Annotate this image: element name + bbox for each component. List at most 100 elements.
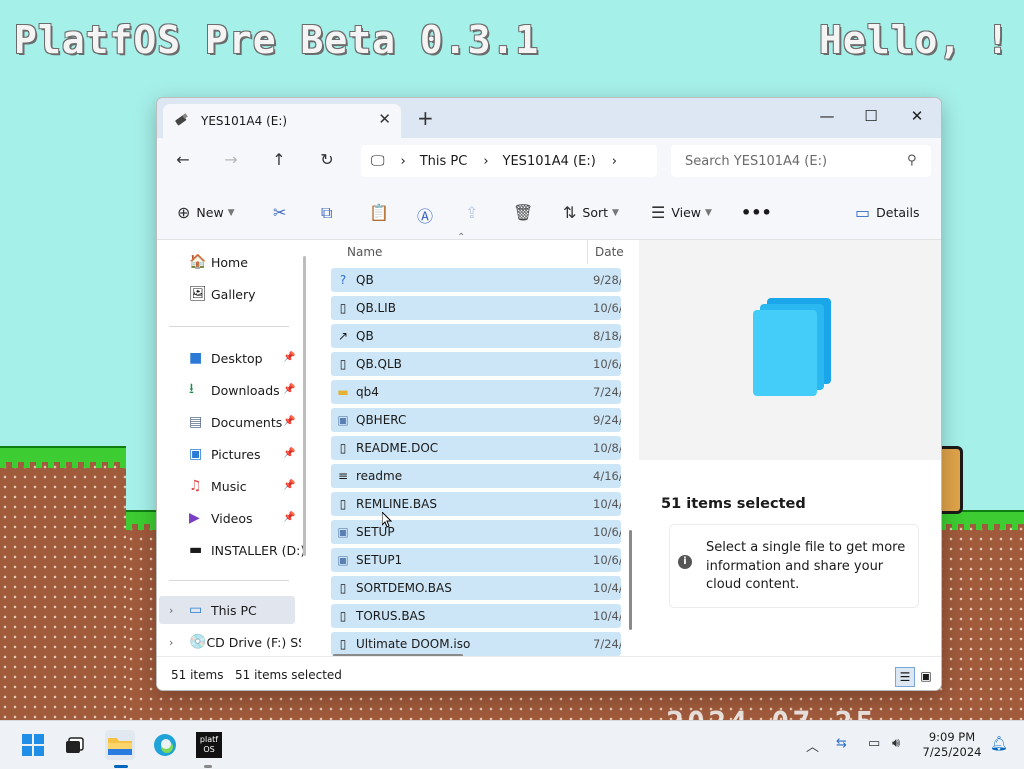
chevron-right-icon[interactable]: › [169,636,173,649]
file-list-vertical-scrollbar[interactable] [629,530,632,630]
taskbar-platfos[interactable]: platf OS [194,730,224,760]
sidebar-item-label: This PC [211,602,257,618]
file-row[interactable]: ▣ SETUP 10/6/ [331,520,621,544]
volume-icon[interactable]: 🔊︎ [892,736,900,751]
sidebar-item-cd-drive[interactable]: 💿CD Drive (F:) SSS [189,630,301,654]
sidebar-item-installer[interactable]: ▬ INSTALLER (D:) [189,538,305,562]
sidebar-item-home[interactable]: 🏠 Home [189,250,248,274]
sidebar-item-desktop[interactable]: ■ Desktop [189,346,263,370]
pin-icon: 📌 [283,480,296,491]
file-row[interactable]: ▯ QB.QLB 10/6/ [331,352,621,376]
taskbar-clock[interactable]: 9:09 PM 7/25/2024 [914,730,990,760]
greeting-text: Hello, ! [818,18,1010,62]
file-date: 10/6/ [593,357,621,371]
file-row[interactable]: ▯ README.DOC 10/8/ [331,436,621,460]
platfos-icon-text: platf [199,735,219,744]
details-button[interactable]: ▭ Details [855,203,919,222]
sidebar-item-this-pc[interactable]: ▭ This PC [189,598,257,622]
new-button[interactable]: ⊕ New ▼ [177,203,235,222]
text-file-icon: ≡ [337,469,349,483]
paste-button[interactable]: 📋 [369,203,389,222]
details-label: Details [876,205,920,220]
start-button[interactable] [18,730,48,760]
minimize-button[interactable]: — [805,102,849,130]
sidebar-item-label: Music [211,478,247,494]
new-tab-button[interactable]: + [417,106,434,130]
column-header-date[interactable]: Date [595,240,624,264]
tiles-view-button[interactable]: ▣ [917,667,935,685]
forward-button[interactable]: → [219,150,243,169]
sidebar-item-videos[interactable]: ▶ Videos [189,506,253,530]
copy-icon: ⧉ [321,203,333,222]
copy-button[interactable]: ⧉ [321,203,332,223]
search-input[interactable] [671,145,931,177]
file-row[interactable]: ▬ qb4 7/24/ [331,380,621,404]
status-bar: 51 items 51 items selected ☰ ▣ [157,656,941,690]
sidebar-item-gallery[interactable]: 🖼 Gallery [189,282,256,306]
sidebar-divider [169,580,289,581]
refresh-button[interactable]: ↻ [315,150,339,169]
more-options-button[interactable]: ••• [741,203,772,222]
video-icon: ▶ [189,510,200,526]
file-icon: ▯ [339,301,347,315]
sidebar-item-documents[interactable]: ▤ Documents [189,410,282,434]
breadcrumb-chevron-icon: › [400,153,406,169]
title-bar[interactable]: YES101A4 (E:) ✕ + — ☐ ✕ [157,98,941,138]
close-window-button[interactable]: ✕ [895,102,939,130]
file-row[interactable]: ≡ readme 4/16/ [331,464,621,488]
status-selected-count: 51 items selected [235,668,342,682]
maximize-button[interactable]: ☐ [849,102,893,130]
network-status-icon[interactable]: ⇆ [836,736,847,751]
info-text: Select a single file to get more informa… [706,540,906,592]
display-icon[interactable]: ▭ [868,736,880,751]
sidebar-item-pictures[interactable]: ▣ Pictures [189,442,261,466]
notification-bell-icon[interactable]: 🔔︎ [990,736,1008,752]
file-row[interactable]: ▯ QB.LIB 10/6/ [331,296,621,320]
platfos-icon-text: OS [203,745,215,754]
tab-yes101a4[interactable]: YES101A4 (E:) ✕ [163,104,401,138]
address-bar[interactable]: 🖵 › This PC › YES101A4 (E:) › [361,145,657,177]
sidebar-item-downloads[interactable]: ⭳ Downloads [189,378,280,402]
details-pane-icon: ▭ [855,203,871,222]
file-row[interactable]: ▯ SORTDEMO.BAS 10/4/ [331,576,621,600]
file-row[interactable]: ▯ TORUS.BAS 10/4/ [331,604,621,628]
file-row[interactable]: ▯ Ultimate DOOM.iso 7/24/ [331,632,621,656]
close-tab-button[interactable]: ✕ [378,110,391,128]
file-row[interactable]: ▯ REMLINE.BAS 10/4/ [331,492,621,516]
breadcrumb-this-pc[interactable]: This PC [420,154,468,169]
file-row[interactable]: ? QB 9/28/ [331,268,621,292]
column-separator[interactable] [587,240,588,264]
cut-button[interactable]: ✂ [273,203,286,222]
file-row[interactable]: ↗ QB 8/18/ [331,324,621,348]
computer-icon: 🖵 [371,153,385,169]
details-view-button[interactable]: ☰ [895,667,915,687]
more-icon: ••• [741,203,772,222]
desktop-icon: ■ [189,350,203,366]
search-icon: ⚲ [907,153,917,168]
up-button[interactable]: ↑ [267,150,291,169]
sort-button[interactable]: ⇅ Sort ▼ [563,203,619,222]
taskbar-file-explorer[interactable] [105,730,135,760]
pin-icon: 📌 [283,384,296,395]
back-button[interactable]: ← [171,150,195,169]
rename-button[interactable]: Ⓐ [417,203,433,227]
platfos-app-icon: platf OS [196,732,222,758]
delete-button[interactable]: 🗑 [513,203,533,222]
sidebar-item-label: Downloads [211,382,280,398]
paste-icon: 📋 [369,203,389,222]
sidebar-item-music[interactable]: ♫ Music [189,474,247,498]
show-hidden-icons-button[interactable]: ︿ [806,736,819,755]
share-button[interactable]: ⇪ [465,203,478,222]
view-button[interactable]: ☰ View ▼ [651,203,712,222]
taskbar-edge[interactable] [150,730,180,760]
chevron-down-icon: ▼ [705,207,712,218]
file-row[interactable]: ▣ SETUP1 10/6/ [331,548,621,572]
column-header-name[interactable]: Name [347,240,382,264]
computer-icon: ▭ [189,602,203,618]
file-name: REMLINE.BAS [356,497,437,511]
task-view-button[interactable] [60,730,90,760]
breadcrumb-drive[interactable]: YES101A4 (E:) [503,154,596,169]
sidebar-scrollbar[interactable] [303,256,306,556]
file-row[interactable]: ▣ QBHERC 9/24/ [331,408,621,432]
chevron-right-icon[interactable]: › [169,604,173,617]
